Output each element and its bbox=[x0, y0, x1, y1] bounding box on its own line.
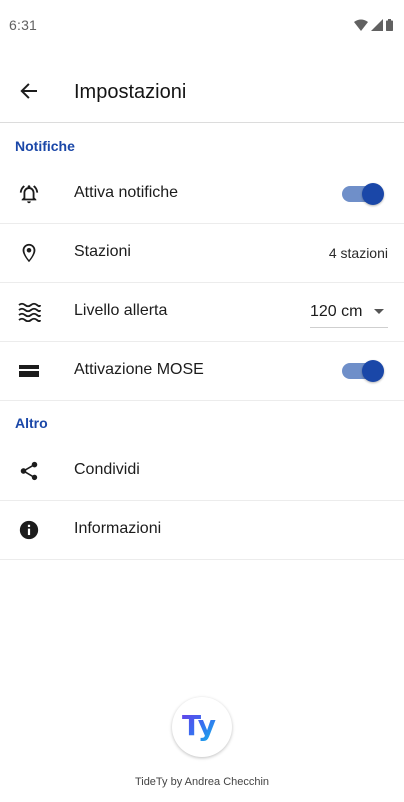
status-bar: 6:31 bbox=[0, 0, 404, 50]
toggle-thumb bbox=[362, 360, 384, 382]
stazioni-count: 4 stazioni bbox=[328, 245, 388, 261]
setting-label: Informazioni bbox=[74, 520, 162, 537]
setting-label: Stazioni bbox=[74, 243, 131, 260]
dropdown-arrow-icon bbox=[374, 309, 384, 314]
barrier-icon bbox=[17, 359, 41, 383]
logo-text: Ty bbox=[182, 709, 216, 742]
status-icons bbox=[354, 18, 393, 36]
signal-icon bbox=[371, 18, 383, 36]
location-pin-icon bbox=[17, 241, 41, 265]
setting-label: Attivazione MOSE bbox=[74, 361, 204, 378]
setting-stazioni[interactable]: Stazioni 4 stazioni bbox=[0, 224, 404, 283]
footer-credit: TideTy by Andrea Checchin bbox=[134, 776, 270, 788]
setting-label: Condividi bbox=[74, 461, 140, 478]
setting-condividi[interactable]: Condividi bbox=[0, 442, 404, 501]
setting-livello-allerta[interactable]: Livello allerta 120 cm bbox=[0, 283, 404, 342]
page-title: Impostazioni bbox=[74, 81, 187, 103]
battery-icon bbox=[386, 18, 393, 36]
back-button[interactable] bbox=[14, 78, 44, 108]
setting-label: Attiva notifiche bbox=[74, 184, 179, 201]
share-icon bbox=[17, 459, 41, 483]
dropdown-value: 120 cm bbox=[310, 303, 363, 320]
waves-icon bbox=[17, 300, 41, 324]
section-title-notifiche: Notifiche bbox=[15, 138, 75, 154]
livello-allerta-dropdown[interactable]: 120 cm bbox=[310, 295, 388, 328]
setting-informazioni[interactable]: Informazioni bbox=[0, 501, 404, 560]
app-logo: Ty bbox=[172, 697, 232, 757]
section-title-altro: Altro bbox=[15, 415, 48, 431]
status-time: 6:31 bbox=[9, 17, 38, 33]
toggle-thumb bbox=[362, 183, 384, 205]
setting-label: Livello allerta bbox=[74, 302, 168, 319]
setting-attiva-notifiche[interactable]: Attiva notifiche bbox=[0, 165, 404, 224]
app-bar: Impostazioni bbox=[0, 62, 404, 123]
notifiche-toggle[interactable] bbox=[342, 183, 384, 205]
arrow-back-icon bbox=[19, 81, 39, 106]
setting-attivazione-mose[interactable]: Attivazione MOSE bbox=[0, 342, 404, 401]
mose-toggle[interactable] bbox=[342, 360, 384, 382]
bell-ring-icon bbox=[17, 182, 41, 206]
wifi-icon bbox=[354, 18, 368, 36]
info-icon bbox=[17, 518, 41, 542]
